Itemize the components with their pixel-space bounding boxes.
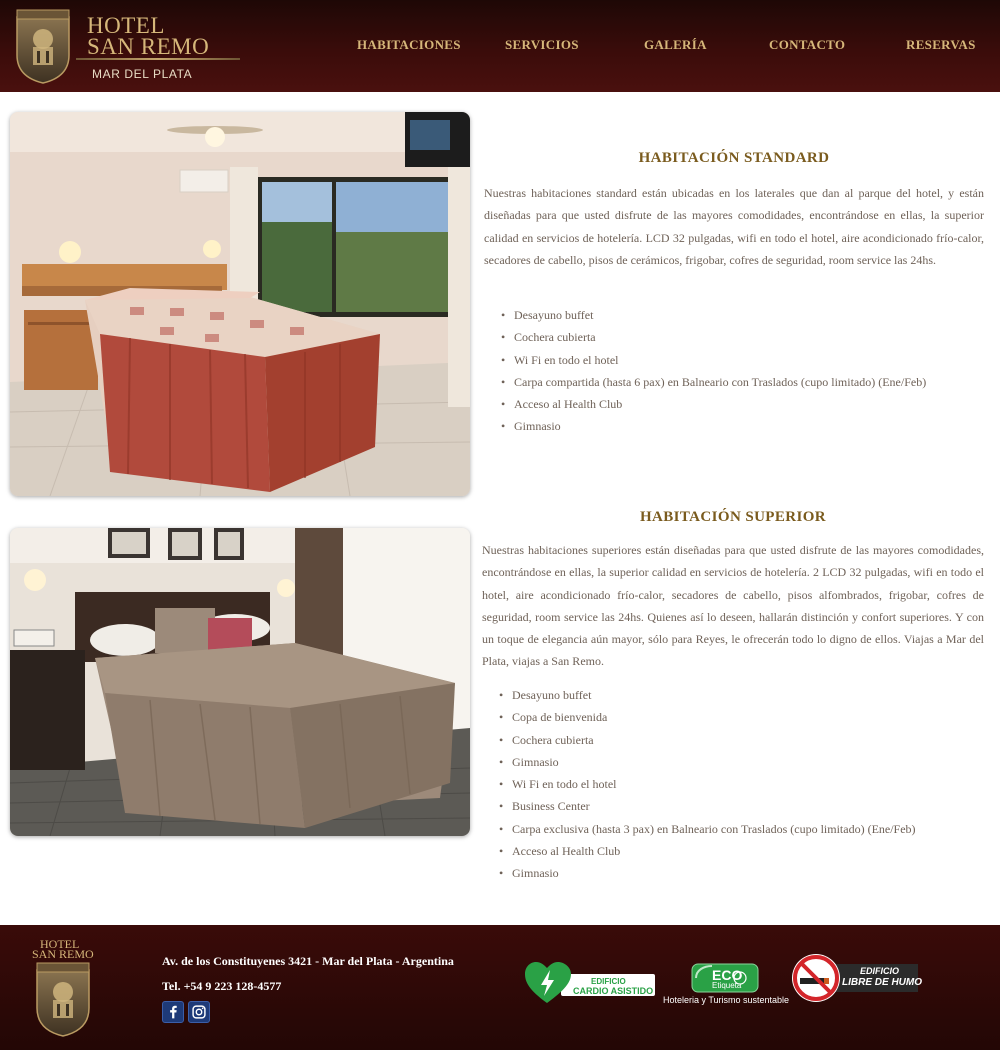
standard-room-title: HABITACIÓN STANDARD (638, 150, 830, 166)
instagram-icon[interactable] (188, 1001, 210, 1023)
footer-address: Av. de los Constituyenes 3421 - Mar del … (162, 954, 454, 968)
cardio-badge-line1: EDIFICIO (591, 977, 626, 986)
footer-phone[interactable]: Tel. +54 9 223 128-4577 (162, 979, 281, 994)
brand-city: MAR DEL PLATA (92, 67, 193, 81)
footer-brand-line2: SAN REMO (32, 947, 94, 961)
eco-label-badge: ECO Etiqueta Hoteleria y Turismo sustent… (660, 962, 792, 1008)
list-item: Acceso al Health Club (498, 840, 916, 863)
list-item: Gimnasio (498, 751, 916, 774)
nav-reservas[interactable]: RESERVAS (906, 37, 976, 53)
list-item: Cochera cubierta (500, 326, 926, 349)
smoke-free-badge: EDIFICIO LIBRE DE HUMO (790, 952, 922, 1004)
nav-habitaciones[interactable]: HABITACIONES (357, 37, 461, 53)
superior-room-photo (10, 528, 470, 836)
nav-contacto[interactable]: CONTACTO (769, 37, 845, 53)
eco-badge-caption: Hoteleria y Turismo sustentable (663, 995, 790, 1005)
eco-badge-subword: Etiqueta (712, 981, 742, 990)
smoke-badge-line2: LIBRE DE HUMO (842, 977, 922, 988)
list-item: Desayuno buffet (500, 304, 926, 327)
site-header: HOTEL SAN REMO MAR DEL PLATA HABITACIONE… (0, 0, 1000, 92)
standard-room-description: Nuestras habitaciones standard están ubi… (484, 186, 984, 267)
site-footer: HOTEL SAN REMO Av. de los Constituyenes … (0, 925, 1000, 1050)
list-item: Carpa compartida (hasta 6 pax) en Balnea… (500, 371, 926, 394)
list-item: Acceso al Health Club (500, 393, 926, 416)
eco-badge-word: ECO (712, 967, 743, 983)
list-item: Desayuno buffet (498, 684, 916, 707)
list-item: Wi Fi en todo el hotel (500, 349, 926, 372)
list-item: Carpa exclusiva (hasta 3 pax) en Balnear… (498, 818, 916, 841)
superior-room-amenities: Desayuno buffet Copa de bienvenida Coche… (498, 684, 916, 885)
list-item: Wi Fi en todo el hotel (498, 773, 916, 796)
main-nav: HABITACIONES SERVICIOS GALERÍA CONTACTO … (0, 37, 1000, 53)
standard-room-photo (10, 112, 470, 496)
nav-servicios[interactable]: SERVICIOS (505, 37, 579, 53)
superior-room-title: HABITACIÓN SUPERIOR (639, 509, 827, 525)
list-item: Gimnasio (498, 862, 916, 885)
list-item: Business Center (498, 795, 916, 818)
brand-divider (76, 58, 240, 60)
list-item: Copa de bienvenida (498, 706, 916, 729)
footer-crest-logo (34, 960, 92, 1038)
nav-galeria[interactable]: GALERÍA (644, 37, 707, 53)
superior-room-description: Nuestras habitaciones superiores están d… (482, 543, 984, 669)
list-item: Cochera cubierta (498, 729, 916, 752)
cardio-assisted-badge: EDIFICIO CARDIO ASISTIDO (525, 962, 657, 1006)
cardio-badge-line2: CARDIO ASISTIDO (573, 986, 654, 996)
standard-room-amenities: Desayuno buffet Cochera cubierta Wi Fi e… (500, 304, 926, 438)
list-item: Gimnasio (500, 415, 926, 438)
facebook-icon[interactable] (162, 1001, 184, 1023)
smoke-badge-line1: EDIFICIO (860, 966, 900, 976)
